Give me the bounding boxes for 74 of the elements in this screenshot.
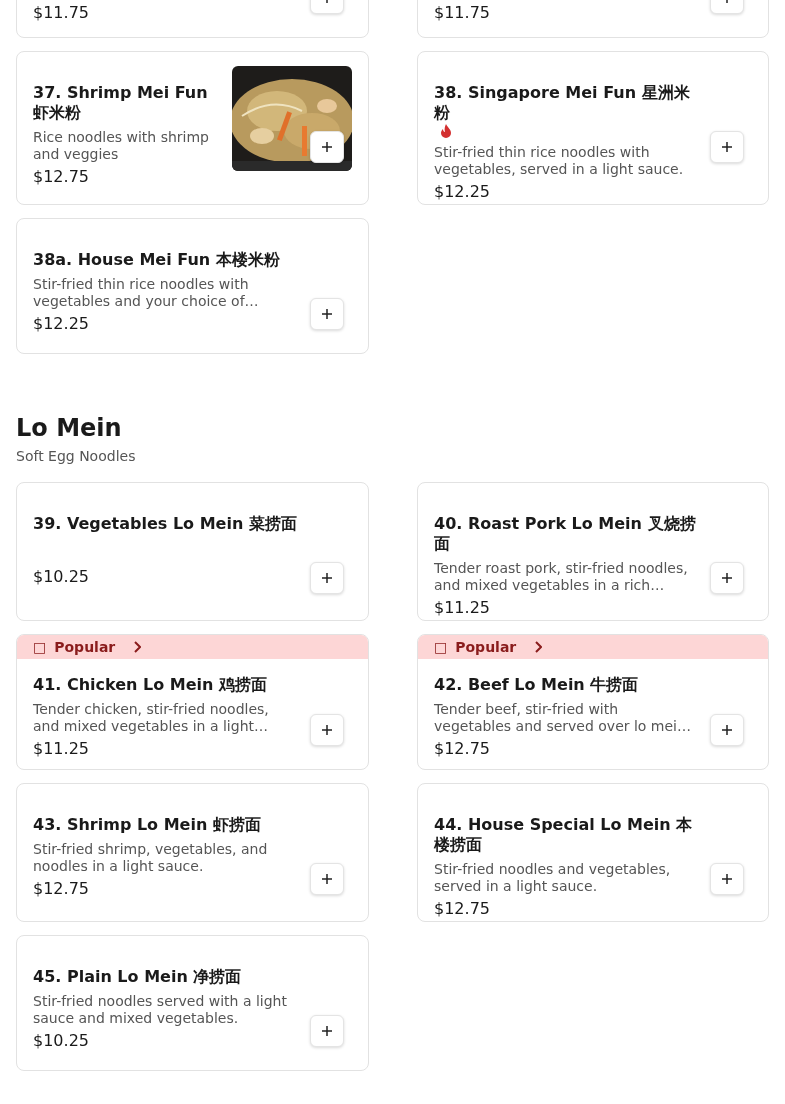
badge-glyph: □ (33, 639, 47, 655)
plus-icon (721, 141, 733, 153)
menu-item-card[interactable]: □ Popular 41. Chicken Lo Mein 鸡捞面 Tender chicken, stir-fried noodles, and mixed vegetables in a light… $11.25 (16, 634, 369, 770)
add-button[interactable] (310, 714, 344, 746)
popular-label: Popular (54, 639, 116, 655)
menu-item-card[interactable]: □ Popular 42. Beef Lo Mein 牛捞面 Tender beef, stir-fried with vegetables and served over lo mei… $12.75 (417, 634, 769, 770)
add-button[interactable] (310, 863, 344, 895)
item-name: 38a. House Mei Fun 本楼米粉 (33, 250, 281, 270)
item-name: 43. Shrimp Lo Mein 虾捞面 (33, 815, 262, 835)
item-name: 39. Vegetables Lo Mein 菜捞面 (33, 514, 298, 534)
item-price: $12.75 (33, 879, 90, 899)
menu-item-card[interactable]: 39. Vegetables Lo Mein 菜捞面 $10.25 (16, 482, 369, 621)
menu-item-card[interactable]: 43. Shrimp Lo Mein 虾捞面 Stir-fried shrimp, vegetables, and noodles in a light sauce. $12.75 (16, 783, 369, 922)
item-description: Rice noodles with shrimp and veggies (33, 129, 210, 163)
plus-icon (321, 572, 333, 584)
add-button[interactable] (710, 131, 744, 163)
item-description: Stir-fried noodles and vegetables, served in a light sauce. (434, 861, 672, 895)
add-button[interactable] (710, 562, 744, 594)
item-description: Stir-fried shrimp, vegetables, and noodles in a light sauce. (33, 841, 269, 875)
popular-label: Popular (455, 639, 517, 655)
section-subtitle: Soft Egg Noodles (16, 448, 137, 464)
item-price: $11.25 (33, 739, 90, 759)
item-name: 44. House Special Lo Mein 本楼捞面 (434, 815, 694, 855)
item-description: Stir-fried thin rice noodles with vegetables and your choice of… (33, 276, 260, 310)
item-price: $11.25 (434, 598, 491, 618)
plus-icon (721, 724, 733, 736)
plus-icon (321, 141, 333, 153)
item-price: $12.75 (434, 739, 491, 759)
menu-item-card[interactable]: $11.75 (16, 0, 369, 38)
item-description: Tender roast pork, stir-fried noodles, and mixed vegetables in a rich… (434, 560, 689, 594)
popular-banner[interactable]: □ Popular (17, 635, 368, 659)
add-button[interactable] (310, 298, 344, 330)
plus-icon (721, 873, 733, 885)
item-price: $10.25 (33, 1031, 90, 1051)
item-price: $11.75 (33, 3, 90, 23)
item-price: $11.75 (434, 3, 491, 23)
flame-icon (440, 124, 452, 138)
chevron-right-icon (534, 641, 543, 653)
add-button[interactable] (310, 562, 344, 594)
item-price: $10.25 (33, 567, 90, 587)
plus-icon (321, 308, 333, 320)
plus-icon (321, 873, 333, 885)
item-name: 41. Chicken Lo Mein 鸡捞面 (33, 675, 268, 695)
item-price: $12.25 (434, 182, 491, 202)
popular-banner[interactable]: □ Popular (418, 635, 768, 659)
menu-item-card[interactable]: 45. Plain Lo Mein 净捞面 Stir-fried noodles served with a light sauce and mixed vegetables. $10.25 (16, 935, 369, 1071)
item-description: Tender chicken, stir-fried noodles, and mixed vegetables in a light… (33, 701, 270, 735)
menu-item-card[interactable]: 44. House Special Lo Mein 本楼捞面 Stir-fried noodles and vegetables, served in a light sauce. $12.75 (417, 783, 769, 922)
add-button[interactable] (310, 1015, 344, 1047)
item-price: $12.75 (434, 899, 491, 919)
add-button[interactable] (710, 863, 744, 895)
badge-glyph: □ (434, 639, 448, 655)
menu-item-card[interactable]: 37. Shrimp Mei Fun 虾米粉 Rice noodles with shrimp and veggies $12.75 (16, 51, 369, 205)
menu-item-card[interactable]: 40. Roast Pork Lo Mein 叉烧捞面 Tender roast pork, stir-fried noodles, and mixed vegetables in a rich… $11.25 (417, 482, 769, 621)
plus-icon (321, 724, 333, 736)
plus-icon (721, 572, 733, 584)
add-button[interactable] (310, 131, 344, 163)
item-description: Stir-fried noodles served with a light sauce and mixed vegetables. (33, 993, 288, 1027)
menu-item-card[interactable]: $11.75 (417, 0, 769, 38)
item-description: Tender beef, stir-fried with vegetables and served over lo mei… (434, 701, 692, 735)
menu-item-card[interactable]: 38. Singapore Mei Fun 星洲米粉 Stir-fried thin rice noodles with vegetables, served in a light sauce. $12.25 (417, 51, 769, 205)
item-name: 38. Singapore Mei Fun 星洲米粉 (434, 83, 691, 123)
item-name: 45. Plain Lo Mein 净捞面 (33, 967, 243, 987)
chevron-right-icon (133, 641, 142, 653)
item-price: $12.75 (33, 167, 90, 187)
section-title: Lo Mein (16, 413, 123, 444)
add-button[interactable] (710, 714, 744, 746)
item-name: 42. Beef Lo Mein 牛捞面 (434, 675, 640, 695)
item-name: 37. Shrimp Mei Fun 虾米粉 (33, 83, 209, 123)
item-description: Stir-fried thin rice noodles with vegetables, served in a light sauce. (434, 144, 685, 178)
item-price: $12.25 (33, 314, 90, 334)
plus-icon (321, 1025, 333, 1037)
item-name: 40. Roast Pork Lo Mein 叉烧捞面 (434, 514, 697, 554)
menu-item-card[interactable]: 38a. House Mei Fun 本楼米粉 Stir-fried thin rice noodles with vegetables and your choice of… $12.25 (16, 218, 369, 354)
